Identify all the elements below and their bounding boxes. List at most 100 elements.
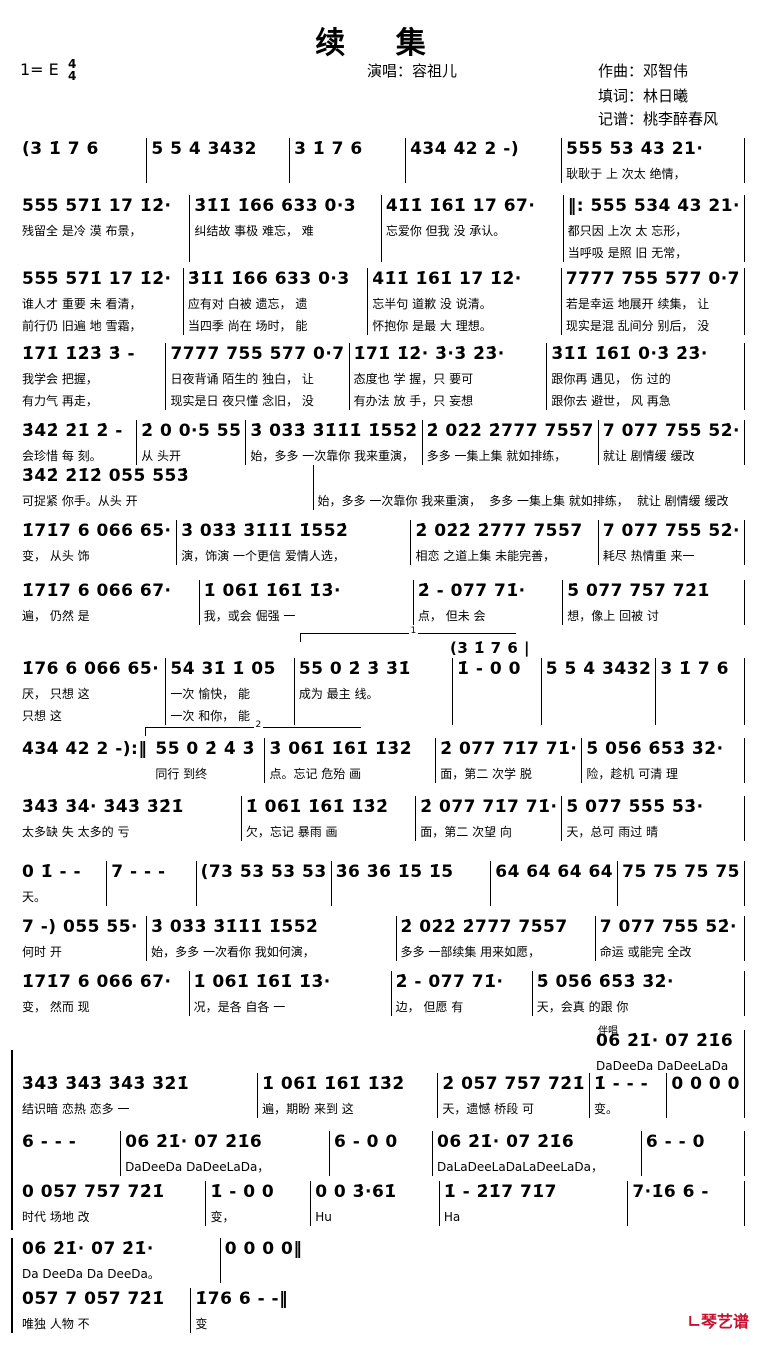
- measure-notes: 3̇4̇2̇ 2̇1̇ 2̇ -: [22, 421, 123, 441]
- measure-notes: 7 - - -: [111, 862, 166, 882]
- measure-notes: 1̇ - 0 0: [210, 1182, 275, 1202]
- publisher-logo: ∟琴艺谱: [688, 1308, 749, 1332]
- measure: 434 42 2 -): [406, 138, 563, 183]
- measure-notes: 06 2̇1̇· 07 2̇1̇6: [437, 1132, 575, 1152]
- lyric-line: 跟你去 避世， 风 再急: [551, 394, 671, 408]
- measure-notes: 1̇ 061̇ 1̇61̇ 1̇3̇·: [203, 581, 341, 601]
- lyric-line: 应有对 白被 遗忘， 遗: [187, 297, 308, 311]
- system-bracket: [11, 1238, 13, 1333]
- measure: 55 0 2̇ 4̇ 3̇ 同行 到终: [151, 738, 266, 783]
- lyric-line: DaDeeDa DaDeeLaDa，: [125, 1160, 270, 1174]
- measure-notes: 3̇ 03̇3̇ 3̇1̇1̇1̇ 1̇552̇: [181, 521, 349, 541]
- lyric-line: DaDeeDa DaDeeLaDa: [596, 1059, 729, 1073]
- lyric-line: 会珍惜 每 刻。: [22, 449, 102, 463]
- lyric-line: 态度也 学 握，只 要可: [353, 372, 474, 386]
- lyric-line: 有办法 放 手，只 妄想: [353, 394, 474, 408]
- measure-notes: 1̇71̇ 1̇2̇3̇ 3̇ -: [22, 344, 136, 364]
- measure-notes: 64 64 64 64: [495, 862, 614, 882]
- lyric-line: 忘爱你 但我 没 承认。: [385, 224, 506, 238]
- measure-notes: 3̇4̇3̇ 3̇4̇· 3̇4̇3̇ 3̇2̇1̇: [22, 797, 184, 817]
- system-bracket: [11, 1130, 13, 1230]
- lyric-line: 前行仍 旧遍 地 雪霜，: [22, 319, 142, 333]
- lyric-line: 现实是混 乱间分 别后， 没: [565, 319, 710, 333]
- measure-notes: 7 077 755 52̇·: [602, 421, 740, 441]
- measure-notes: 3 1̇ 7 6: [294, 139, 363, 159]
- music-system: 1̇71̇7 6 066 67· 变， 然而 现 1̇ 061̇ 1̇61̇ 1̇3…: [18, 971, 746, 1016]
- lyric-line: 可捉紧 你手。从头 开: [22, 494, 138, 508]
- lyric-line: 多多 一集上集 就如排练，: [426, 449, 567, 463]
- measure: 1̇ - 0 0 变，: [206, 1181, 312, 1226]
- measure-notes: 1̇71̇7 6 066 67·: [22, 972, 172, 992]
- measure-notes: 3̇6 3̇6 1̇5 1̇5: [335, 862, 454, 882]
- measure-notes: 1̇76 6 066 65·: [22, 659, 160, 679]
- measure-notes: 3̇4̇2̇ 2̇1̇2̇ 055 553̇: [22, 466, 190, 486]
- lyric-line: 都只因 上次 太 忘形，: [567, 224, 688, 238]
- lyric-line: 日夜背诵 陌生的 独白， 让: [170, 372, 314, 386]
- lyric-line: 点， 但未 会: [417, 609, 486, 623]
- measure-notes: 3̇4̇3̇ 3̇4̇3̇ 3̇4̇3̇ 3̇2̇1̇: [22, 1074, 190, 1094]
- volta-label-1: 1: [408, 626, 419, 636]
- lyric-line: 变。: [593, 1102, 618, 1116]
- measure-notes: 06 2̇1̇· 07 2̇1̇·: [22, 1239, 154, 1259]
- lyric-line: 忘半句 道歉 没 说清。: [372, 297, 492, 311]
- measure: 3̇ 03̇3̇ 3̇1̇1̇1̇ 1̇552̇ 演，饰演 一个更信 爱情人选，: [177, 520, 412, 565]
- music-system: 3̇4̇3̇ 3̇4̇· 3̇4̇3̇ 3̇2̇1̇ 太多缺 失 太多的 亏 1̇ …: [18, 796, 746, 841]
- measure-notes: 1̇76 6 - -‖: [195, 1289, 289, 1309]
- lyric-line: 想，像上 回被 讨: [567, 609, 659, 623]
- singer-credit: 演唱：容祖儿: [367, 62, 458, 80]
- measure-notes: 3̇1̇1̇ 1̇61̇ 0·3̇ 2̇3̇·: [551, 344, 708, 364]
- lyric-line: 耿耿于 上 次太 绝情，: [566, 167, 686, 181]
- lyric-line: 变: [195, 1317, 208, 1331]
- measure: 06 2̇1̇· 07 2̇1̇6 DaDeeDa DaDeeLaDa: [592, 1030, 745, 1075]
- measure-notes: 555 571̇ 17 1̇2̇·: [22, 196, 172, 216]
- measure: 06 2̇1̇· 07 2̇1̇6 DaDeeDa DaDeeLaDa，: [121, 1131, 330, 1176]
- music-system: 3̇4̇3̇ 3̇4̇3̇ 3̇4̇3̇ 3̇2̇1̇ 结识暗 恋热 恋多 一 1̇…: [18, 1073, 745, 1118]
- lyric-line: 结识暗 恋热 恋多 一: [22, 1102, 130, 1116]
- lyric-line: 欠，忘记 暴雨 画: [245, 825, 338, 839]
- measure-notes: 0 0 0 0: [671, 1074, 740, 1094]
- measure: 1̇ 061̇ 1̇61̇ 1̇3̇2̇ 欠，忘记 暴雨 画: [242, 796, 417, 841]
- measure-notes: 434 42 2 -):‖: [22, 739, 148, 759]
- music-system: 057 7 057 72̇1̇ 唯独 人物 不 1̇76 6 - -‖ 变: [18, 1288, 320, 1333]
- measure-notes: 1̇71̇7 6 066 65·: [22, 521, 172, 541]
- time-signature: 4 4: [68, 58, 76, 82]
- measure-notes: 1̇ 061̇ 1̇61̇ 1̇3̇2̇: [245, 797, 389, 817]
- measure-notes: 2̇ 077 71̇7 71̇·: [440, 739, 578, 759]
- measure-notes: 2̇ - 077 71̇·: [395, 972, 504, 992]
- lyric-line: 就让 剧情缓 缓改: [636, 494, 729, 508]
- lyric-line: 有力气 再走，: [22, 394, 98, 408]
- music-system: 434 42 2 -):‖ 55 0 2̇ 4̇ 3̇ 同行 到终 3̇ 061̇ 1…: [18, 738, 746, 783]
- measure-notes: (73 53 53 53: [200, 862, 327, 882]
- measure: 3 1̇ 7 6: [290, 138, 407, 183]
- measure: 7 -) 055 55· 何时 开: [18, 916, 148, 961]
- measure: 1̇71̇7 6 066 67· 变， 然而 现: [18, 971, 190, 1016]
- lyric-line: 一次 愉快， 能: [170, 687, 251, 701]
- music-system: 0 057 757 72̇1̇ 时代 场地 改 1̇ - 0 0 变， 0 0 3̇·…: [18, 1181, 745, 1226]
- transcriber-credit: 记谱：桃李醉春风: [598, 110, 719, 128]
- lyric-line: 唯独 人物 不: [22, 1317, 90, 1331]
- measure: 3 1̇ 7 6: [656, 658, 745, 725]
- measure-notes: 06 2̇1̇· 07 2̇1̇6: [596, 1031, 734, 1051]
- key-signature: 1= E: [20, 60, 59, 79]
- measure: 41̇1̇ 1̇61̇ 17 1̇2̇· 忘半句 道歉 没 说清。 怀抱你 是最 大…: [368, 268, 562, 335]
- measure-notes: 7 077 755 52̇·: [599, 917, 737, 937]
- measure-notes: 06 2̇1̇· 07 2̇1̇6: [125, 1132, 263, 1152]
- measure-notes: 5 5 4 3432: [545, 659, 652, 679]
- music-system: 06 2̇1̇· 07 2̇1̇6 DaDeeDa DaDeeLaDa: [592, 1030, 745, 1075]
- measure-notes: 3̇1̇1̇ 1̇66 633 0·3: [194, 196, 357, 216]
- music-system: 7 -) 055 55· 何时 开 3̇ 03̇3̇ 3̇1̇1̇1̇ 1̇552̇…: [18, 916, 745, 961]
- lyric-line: 演，饰演 一个更信 爱情人选，: [181, 549, 345, 563]
- measure-notes: 55 0 2̇ 4̇ 3̇: [155, 739, 256, 759]
- volta-reprise-notes: (3 1̇ 7 6 |: [450, 639, 530, 657]
- music-system: 1̇76 6 066 65· 厌， 只想 这 只想 这 54 31̇ 1̇ 05 一次…: [18, 658, 745, 725]
- measure-notes: 1̇ - - -: [593, 1074, 649, 1094]
- measure-notes: 7 077 755 52̇·: [602, 521, 740, 541]
- measure-notes: 41̇1̇ 1̇61̇ 17 1̇2̇·: [372, 269, 522, 289]
- measure-notes: 5̇ 056̇ 6̇53̇ 3̇2̇·: [586, 739, 724, 759]
- measure: 2̇ - 077 71̇· 边， 但愿 有: [392, 971, 533, 1016]
- measure-notes: 5̇ 056̇ 6̇5̇3̇ 3̇2̇·: [536, 972, 674, 992]
- measure: 1̇71̇ 1̇2̇3̇ 3̇ - 我学会 把握， 有力气 再走，: [18, 343, 167, 410]
- measure-notes: 7·1̇6 6 -: [632, 1182, 709, 1202]
- measure-notes: 7777 755 577 0·7: [565, 269, 740, 289]
- measure: 1̇ 061̇ 1̇61̇ 1̇3̇2̇ 遍，期盼 来到 这: [258, 1073, 439, 1118]
